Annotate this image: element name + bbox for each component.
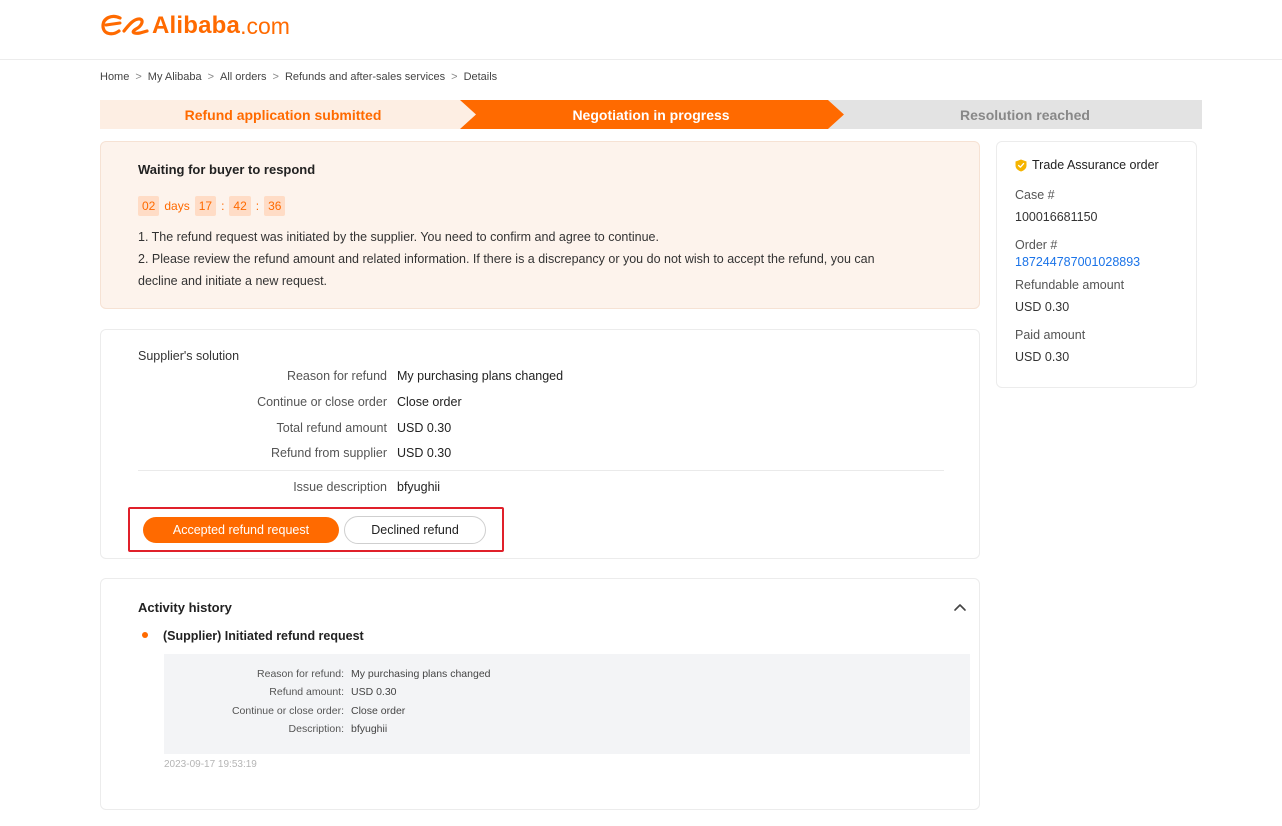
notice-instructions: 1. The refund request was initiated by t… — [138, 226, 958, 292]
solution-row: Reason for refund My purchasing plans ch… — [101, 369, 971, 389]
alibaba-logo[interactable]: Alibaba .com — [100, 10, 290, 42]
refundable-amount-value: USD 0.30 — [1015, 300, 1070, 314]
step-label: Resolution reached — [960, 106, 1090, 123]
order-number-link[interactable]: 187244787001028893 — [1015, 255, 1140, 269]
order-number-label: Order # — [1015, 238, 1058, 252]
solution-title: Supplier's solution — [138, 349, 240, 363]
paid-amount-label: Paid amount — [1015, 328, 1086, 342]
order-summary-sidebar: Trade Assurance order Case # 10001668115… — [996, 141, 1197, 388]
breadcrumb-separator: > — [135, 71, 142, 83]
breadcrumb-separator: > — [207, 71, 215, 83]
accept-refund-button[interactable]: Accepted refund request — [143, 517, 339, 543]
countdown-timer: 02 days 17 : 42 : 36 — [138, 196, 286, 216]
step-resolution: Resolution reached — [828, 100, 1202, 129]
breadcrumb-all-orders[interactable]: All orders — [220, 71, 266, 83]
breadcrumb-my-alibaba[interactable]: My Alibaba — [148, 71, 202, 83]
activity-title: Activity history — [138, 600, 232, 615]
activity-detail-label: Description: — [288, 723, 344, 735]
breadcrumb-separator: > — [272, 71, 279, 83]
countdown-days-label: days — [164, 199, 190, 213]
solution-row-value: Close order — [397, 395, 462, 409]
solution-row-label: Reason for refund — [286, 369, 387, 383]
solution-row-value: My purchasing plans changed — [397, 369, 564, 383]
step-submitted: Refund application submitted — [100, 100, 476, 129]
countdown-seconds: 36 — [264, 196, 286, 216]
countdown-hours: 17 — [194, 196, 217, 216]
activity-detail-value: Close order — [351, 705, 406, 717]
issue-description-label: Issue description — [293, 480, 387, 494]
activity-event-title: (Supplier) Initiated refund request — [163, 629, 364, 643]
solution-row-value: USD 0.30 — [397, 421, 452, 435]
refundable-amount-label: Refundable amount — [1015, 278, 1125, 292]
activity-detail-label: Continue or close order: — [231, 705, 344, 717]
status-notice: Waiting for buyer to respond 02 days 17 … — [100, 141, 980, 309]
logo-brand-text: Alibaba — [152, 12, 241, 39]
paid-amount-value: USD 0.30 — [1015, 350, 1070, 364]
activity-event-details: Reason for refund: My purchasing plans c… — [164, 654, 970, 754]
trade-assurance-badge: Trade Assurance order — [1015, 158, 1159, 172]
breadcrumb-separator: > — [451, 71, 458, 83]
issue-description-value: bfyughii — [397, 480, 441, 494]
alibaba-logo-icon — [101, 14, 149, 36]
notice-title: Waiting for buyer to respond — [138, 162, 316, 177]
solution-row-label: Refund from supplier — [270, 446, 387, 460]
decline-refund-button[interactable]: Declined refund — [344, 516, 486, 544]
activity-detail-value: USD 0.30 — [351, 686, 397, 698]
activity-history-panel: Activity history (Supplier) Initiated re… — [100, 578, 980, 810]
breadcrumb-refunds[interactable]: Refunds and after-sales services — [285, 71, 445, 83]
countdown-separator: : — [255, 199, 260, 213]
case-number-value: 100016681150 — [1015, 210, 1098, 224]
notice-line: decline and initiate a new request. — [138, 274, 328, 288]
case-number-label: Case # — [1015, 188, 1055, 202]
activity-detail-row: Description: bfyughii — [164, 723, 388, 739]
notice-line: 1. The refund request was initiated by t… — [138, 230, 659, 244]
top-header: Alibaba .com — [0, 0, 1282, 60]
solution-divider — [138, 470, 944, 471]
countdown-separator: : — [221, 199, 225, 213]
breadcrumb: Home > My Alibaba > All orders > Refunds… — [100, 71, 497, 83]
activity-detail-value: My purchasing plans changed — [351, 668, 491, 680]
solution-row: Total refund amount USD 0.30 — [101, 421, 971, 441]
logo-tld-text: .com — [240, 12, 290, 39]
activity-detail-label: Reason for refund: — [257, 668, 344, 680]
step-label: Refund application submitted — [184, 106, 382, 123]
activity-detail-row: Continue or close order: Close order — [164, 705, 405, 721]
countdown-minutes: 42 — [229, 196, 251, 216]
timeline-dot — [142, 632, 148, 638]
activity-timestamp: 2023-09-17 19:53:19 — [164, 759, 257, 770]
activity-detail-row: Reason for refund: My purchasing plans c… — [164, 668, 491, 684]
solution-row: Refund from supplier USD 0.30 — [101, 446, 971, 466]
activity-detail-label: Refund amount: — [269, 686, 344, 698]
refund-progress-steps: Refund application submitted Negotiation… — [100, 100, 1202, 129]
step-label: Negotiation in progress — [572, 106, 730, 123]
breadcrumb-details: Details — [463, 71, 498, 83]
shield-icon — [1015, 159, 1027, 171]
solution-row: Continue or close order Close order — [101, 395, 971, 415]
solution-row-label: Total refund amount — [276, 421, 388, 435]
solution-row-value: USD 0.30 — [397, 446, 452, 460]
notice-line: 2. Please review the refund amount and r… — [138, 252, 875, 266]
action-buttons-highlight: Accepted refund request Declined refund — [128, 507, 504, 552]
chevron-up-icon[interactable] — [952, 599, 968, 615]
supplier-solution-panel: Supplier's solution Reason for refund My… — [100, 329, 980, 559]
trade-assurance-title: Trade Assurance order — [1032, 158, 1159, 172]
activity-detail-value: bfyughii — [351, 723, 388, 735]
activity-detail-row: Refund amount: USD 0.30 — [164, 686, 397, 702]
countdown-days: 02 — [138, 196, 160, 216]
breadcrumb-home[interactable]: Home — [100, 71, 129, 83]
issue-description-row: Issue description bfyughii — [101, 480, 971, 500]
step-negotiation: Negotiation in progress — [458, 100, 844, 129]
solution-row-label: Continue or close order — [257, 395, 387, 409]
